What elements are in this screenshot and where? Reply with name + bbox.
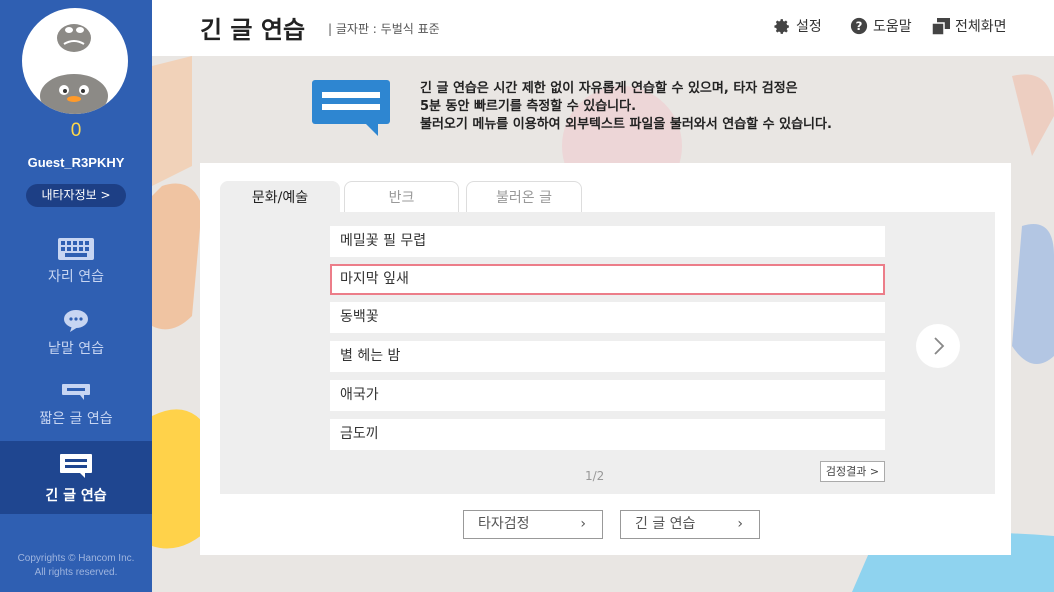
long-text-practice-button[interactable]: 긴 글 연습 › (620, 510, 760, 539)
svg-text:?: ? (856, 19, 863, 33)
typing-test-button[interactable]: 타자검정 › (463, 510, 603, 539)
list-item[interactable]: 메밀꽃 필 무렵 (330, 226, 885, 257)
list-item-selected[interactable]: 마지막 잎새 (330, 264, 885, 295)
keyboard-icon (58, 238, 94, 260)
chevron-right-icon (934, 337, 945, 355)
page-indicator: 1/2 (585, 469, 605, 483)
list-item[interactable]: 별 헤는 밤 (330, 341, 885, 372)
test-results-button[interactable]: 검정결과 > (820, 461, 885, 482)
sidebar-item-label: 긴 글 연습 (45, 488, 107, 504)
chevron-right-icon: › (737, 516, 743, 532)
avatar[interactable] (22, 8, 128, 114)
score-value: 0 (70, 120, 82, 141)
username: Guest_R3PKHY (27, 155, 125, 170)
sidebar-item-label: 짧은 글 연습 (39, 411, 113, 427)
sidebar-item-long-text-practice[interactable]: 긴 글 연습 (0, 441, 152, 514)
settings-button[interactable]: 설정 (774, 16, 822, 36)
tab-culture-art[interactable]: 문화/예술 (220, 181, 340, 213)
copyright-line: Copyrights © Hancom Inc. (17, 553, 135, 564)
typing-test-label: 타자검정 (478, 516, 530, 532)
text-selection-panel: 문화/예술 반크 불러온 글 메밀꽃 필 무렵 마지막 잎새 동백꽃 별 헤는 … (200, 163, 1011, 555)
settings-label: 설정 (796, 19, 822, 35)
chevron-right-icon: › (580, 516, 586, 532)
sidebar-item-label: 자리 연습 (48, 269, 104, 285)
text-list-area: 메밀꽃 필 무렵 마지막 잎새 동백꽃 별 헤는 밤 애국가 금도끼 1/2 검… (220, 212, 995, 494)
gear-icon (774, 18, 789, 34)
info-text: 긴 글 연습은 시간 제한 없이 자유롭게 연습할 수 있으며, 타자 검정은 … (420, 80, 832, 134)
tab-loaded-text[interactable]: 불러온 글 (466, 181, 582, 213)
next-page-button[interactable] (916, 324, 960, 368)
fullscreen-label: 전체화면 (955, 19, 1007, 35)
sidebar-item-word-practice[interactable]: 낱말 연습 (0, 310, 152, 382)
copyright: Copyrights © Hancom Inc. All rights rese… (0, 552, 152, 580)
long-text-practice-label: 긴 글 연습 (635, 516, 696, 532)
my-typing-info-button[interactable]: 내타자정보 > (26, 184, 126, 207)
sidebar: 0 Guest_R3PKHY 내타자정보 > 자리 연습 낱말 연습 짧은 글 … (0, 0, 152, 592)
help-icon: ? (850, 17, 868, 35)
help-label: 도움말 (873, 19, 912, 35)
fullscreen-button[interactable]: 전체화면 (932, 16, 1007, 36)
short-text-icon (62, 384, 90, 400)
info-line: 5분 동안 빠르기를 측정할 수 있습니다. (420, 99, 637, 114)
help-button[interactable]: ? 도움말 (850, 16, 912, 36)
list-item[interactable]: 애국가 (330, 380, 885, 411)
tab-vank[interactable]: 반크 (344, 181, 459, 213)
list-item[interactable]: 금도끼 (330, 419, 885, 450)
speech-bubble-icon (64, 310, 88, 332)
page-title: 긴 글 연습 (200, 16, 306, 44)
header: 긴 글 연습 | 글자판 : 두벌식 표준 설정 ? 도움말 전체화면 (152, 0, 1054, 56)
info-message-icon (312, 80, 390, 136)
long-text-icon (60, 454, 92, 478)
keyboard-layout-label: | 글자판 : 두벌식 표준 (328, 22, 440, 36)
info-line: 긴 글 연습은 시간 제한 없이 자유롭게 연습할 수 있으며, 타자 검정은 (420, 81, 798, 96)
sidebar-item-label: 낱말 연습 (48, 341, 104, 357)
list-item[interactable]: 동백꽃 (330, 302, 885, 333)
copyright-line: All rights reserved. (34, 567, 118, 578)
avatar-character-icon (40, 24, 108, 114)
fullscreen-icon (932, 17, 950, 35)
info-line: 불러오기 메뉴를 이용하여 외부텍스트 파일을 불러와서 연습할 수 있습니다. (420, 117, 832, 132)
sidebar-item-key-practice[interactable]: 자리 연습 (0, 238, 152, 310)
